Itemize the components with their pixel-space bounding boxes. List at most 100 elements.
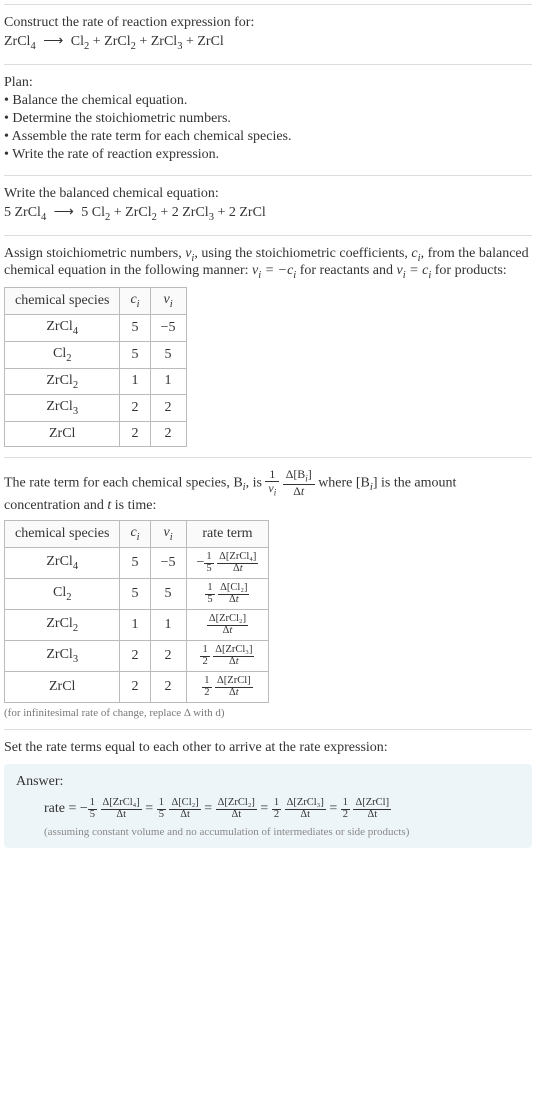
- table-row: ZrCl45−5: [5, 314, 187, 341]
- products: Cl2 + ZrCl2 + ZrCl3 + ZrCl: [71, 34, 224, 49]
- table-header-row: chemical species ci νi rate term: [5, 521, 269, 548]
- answer-note: (assuming constant volume and no accumul…: [16, 826, 520, 838]
- cell-species: ZrCl4: [5, 314, 120, 341]
- cell-v: 1: [150, 368, 186, 395]
- plan-item: • Write the rate of reaction expression.: [4, 147, 532, 163]
- cell-species: ZrCl3: [5, 395, 120, 422]
- cell-species: Cl2: [5, 341, 120, 368]
- reactant-text: ZrCl: [4, 34, 30, 49]
- cell-v: 2: [150, 672, 186, 703]
- frac-1-over-nu: 1νi: [265, 468, 279, 498]
- cell-v: −5: [150, 548, 186, 579]
- prompt-section: Construct the rate of reaction expressio…: [4, 4, 532, 64]
- cell-species: Cl2: [5, 579, 120, 610]
- plan-item: • Balance the chemical equation.: [4, 93, 532, 109]
- text: , is: [246, 476, 266, 491]
- prompt-equation: ZrCl4 ⟶ Cl2 + ZrCl2 + ZrCl3 + ZrCl: [4, 33, 532, 52]
- table-row: ZrCl 2 2 12 Δ[ZrCl]Δt: [5, 672, 269, 703]
- cell-c: 5: [120, 579, 150, 610]
- arrow-icon: ⟶: [54, 204, 74, 221]
- col-species: chemical species: [5, 521, 120, 548]
- cell-rate: 15 Δ[Cl₂]Δt: [186, 579, 269, 610]
- cell-c: 1: [120, 368, 150, 395]
- col-vi: νi: [150, 521, 186, 548]
- plan-section: Plan: • Balance the chemical equation. •…: [4, 64, 532, 175]
- answer-box: Answer: rate = −15 Δ[ZrCl₄]Δt = 15 Δ[Cl₂…: [4, 764, 532, 848]
- cell-species: ZrCl2: [5, 610, 120, 641]
- final-title: Set the rate terms equal to each other t…: [4, 740, 532, 756]
- cell-rate: Δ[ZrCl₂]Δt: [186, 610, 269, 641]
- cell-rate: 12 Δ[ZrCl]Δt: [186, 672, 269, 703]
- plan-item: • Determine the stoichiometric numbers.: [4, 111, 532, 127]
- rateterm-intro: The rate term for each chemical species,…: [4, 468, 532, 514]
- col-ci: ci: [120, 521, 150, 548]
- term: 12 Δ[ZrCl₃]Δt: [272, 801, 326, 816]
- eq: νi = −ci: [252, 263, 296, 278]
- plan-item: • Assemble the rate term for each chemic…: [4, 129, 532, 145]
- cell-c: 2: [120, 672, 150, 703]
- cell-v: 1: [150, 610, 186, 641]
- text: Assign stoichiometric numbers,: [4, 246, 185, 261]
- table-row: Cl2 5 5 15 Δ[Cl₂]Δt: [5, 579, 269, 610]
- balanced-title: Write the balanced chemical equation:: [4, 186, 532, 202]
- stoich-section: Assign stoichiometric numbers, νi, using…: [4, 235, 532, 458]
- balanced-equation: 5 ZrCl4 ⟶ 5 Cl2 + ZrCl2 + 2 ZrCl3 + 2 Zr…: [4, 204, 532, 223]
- text: is time:: [111, 498, 156, 513]
- text: for reactants and: [296, 263, 396, 278]
- stoich-intro: Assign stoichiometric numbers, νi, using…: [4, 246, 532, 282]
- frac-dBi-dt: Δ[Bi]Δt: [283, 468, 315, 498]
- eq: νi = ci: [397, 263, 432, 278]
- c-symbol: ci: [411, 246, 420, 261]
- table-row: ZrCl322: [5, 395, 187, 422]
- table-row: ZrCl211: [5, 368, 187, 395]
- rateterm-section: The rate term for each chemical species,…: [4, 457, 532, 729]
- arrow-icon: ⟶: [43, 33, 63, 50]
- col-ci: ci: [120, 288, 150, 315]
- cell-species: ZrCl: [5, 422, 120, 447]
- text: , using the stoichiometric coefficients,: [194, 246, 411, 261]
- col-species: chemical species: [5, 288, 120, 315]
- cell-v: 2: [150, 641, 186, 672]
- cell-v: 5: [150, 579, 186, 610]
- nu-symbol: νi: [185, 246, 194, 261]
- table-row: Cl255: [5, 341, 187, 368]
- cell-c: 2: [120, 395, 150, 422]
- cell-c: 2: [120, 422, 150, 447]
- cell-c: 5: [120, 314, 150, 341]
- cell-rate: 12 Δ[ZrCl₃]Δt: [186, 641, 269, 672]
- cell-c: 5: [120, 548, 150, 579]
- text: The rate term for each chemical species,…: [4, 476, 243, 491]
- cell-v: 2: [150, 395, 186, 422]
- rateterm-caption: (for infinitesimal rate of change, repla…: [4, 707, 532, 719]
- cell-c: 1: [120, 610, 150, 641]
- term: 15 Δ[Cl₂]Δt: [157, 801, 201, 816]
- rateterm-table: chemical species ci νi rate term ZrCl4 5…: [4, 520, 269, 703]
- table-row: ZrCl3 2 2 12 Δ[ZrCl₃]Δt: [5, 641, 269, 672]
- reactant: ZrCl4: [4, 34, 36, 49]
- answer-title: Answer:: [16, 774, 520, 790]
- final-section: Set the rate terms equal to each other t…: [4, 729, 532, 858]
- table-row: ZrCl22: [5, 422, 187, 447]
- rate-label: rate =: [44, 801, 80, 816]
- sub: 4: [30, 41, 35, 52]
- text: for products:: [431, 263, 506, 278]
- cell-species: ZrCl4: [5, 548, 120, 579]
- table-row: ZrCl4 5 −5 −15 Δ[ZrCl₄]Δt: [5, 548, 269, 579]
- col-vi: νi: [150, 288, 186, 315]
- table-row: ZrCl2 1 1 Δ[ZrCl₂]Δt: [5, 610, 269, 641]
- term: 12 Δ[ZrCl]Δt: [341, 801, 391, 816]
- term: Δ[ZrCl₂]Δt: [216, 801, 257, 816]
- cell-c: 5: [120, 341, 150, 368]
- balanced-section: Write the balanced chemical equation: 5 …: [4, 175, 532, 235]
- rate-expression: rate = −15 Δ[ZrCl₄]Δt = 15 Δ[Cl₂]Δt = Δ[…: [16, 798, 520, 820]
- cell-rate: −15 Δ[ZrCl₄]Δt: [186, 548, 269, 579]
- term: −15 Δ[ZrCl₄]Δt: [80, 801, 142, 816]
- col-rate: rate term: [186, 521, 269, 548]
- cell-c: 2: [120, 641, 150, 672]
- cell-v: 5: [150, 341, 186, 368]
- prompt-title: Construct the rate of reaction expressio…: [4, 15, 532, 31]
- cell-v: 2: [150, 422, 186, 447]
- table-header-row: chemical species ci νi: [5, 288, 187, 315]
- cell-v: −5: [150, 314, 186, 341]
- text: where [B: [318, 476, 370, 491]
